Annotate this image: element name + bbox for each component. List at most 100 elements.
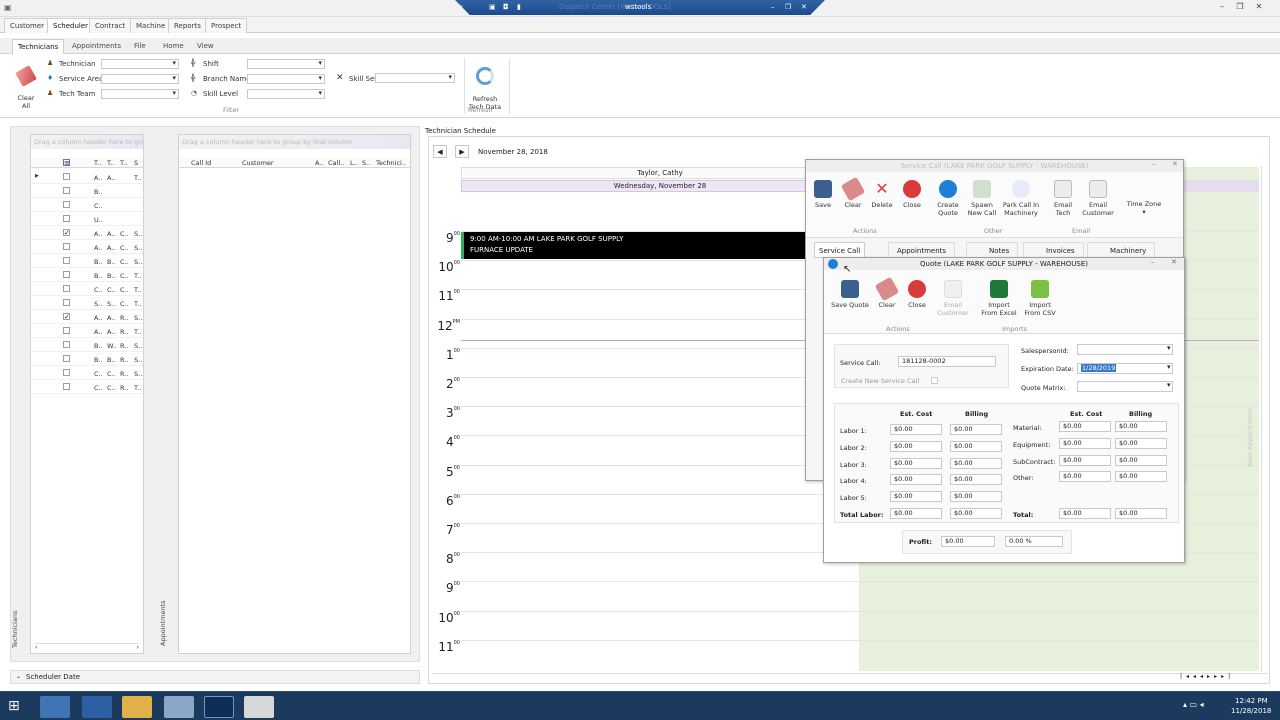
tab-file[interactable]: File (129, 39, 151, 54)
create-new-service-call-checkbox[interactable] (931, 377, 938, 384)
close-icon[interactable]: ✕ (1171, 258, 1177, 266)
billing-field[interactable]: $0.00 (1115, 471, 1167, 483)
chevron-down-icon[interactable]: ▾ (1167, 344, 1171, 352)
lock-icon[interactable]: ◘ (503, 3, 509, 11)
clear-all-button[interactable]: Clear All (12, 60, 40, 110)
dispatch-app-icon[interactable] (204, 696, 234, 718)
total-cost-field[interactable]: $0.00 (1059, 508, 1111, 519)
dropdown-icon[interactable]: ▾ (459, 3, 463, 11)
table-row[interactable]: S.. S.. C.. T.. (31, 297, 143, 310)
minimize-button[interactable]: – (1213, 1, 1231, 13)
expiration-date-field[interactable]: 1/28/2019 (1077, 363, 1173, 374)
service-area-combo[interactable] (101, 74, 179, 84)
next-appointment-label[interactable]: Next Appointment (1246, 408, 1254, 467)
tab-scheduler[interactable]: Scheduler (47, 18, 95, 33)
table-row[interactable]: B.. (31, 185, 143, 198)
prev-date-button[interactable]: ◀ (433, 145, 447, 158)
minimize-icon[interactable]: – (1151, 258, 1155, 266)
technician-combo[interactable] (101, 59, 179, 69)
shift-combo[interactable] (247, 59, 325, 69)
table-row[interactable]: ✓ A.. A.. C.. S.. (31, 227, 143, 240)
row-checkbox[interactable] (63, 243, 70, 250)
row-checkbox[interactable] (63, 355, 70, 362)
billing-field[interactable]: $0.00 (1115, 454, 1167, 466)
total-labor-cost-field[interactable]: $0.00 (890, 508, 942, 519)
close-button[interactable]: Close (899, 180, 925, 209)
tab-service-call[interactable]: Service Call (814, 242, 866, 258)
close-button[interactable]: Close (904, 280, 930, 309)
minimize-icon[interactable]: – (1152, 160, 1156, 168)
column-header[interactable]: Call.. (328, 159, 344, 167)
total-labor-billing-field[interactable]: $0.00 (950, 508, 1002, 519)
row-checkbox[interactable] (63, 383, 70, 390)
billing-field[interactable]: $0.00 (1115, 421, 1167, 432)
column-header[interactable]: A.. (315, 159, 323, 167)
labor-billing-field[interactable]: $0.00 (950, 491, 1002, 503)
profit-field[interactable]: $0.00 (941, 536, 995, 547)
create-quote-button[interactable]: Create Quote (933, 180, 963, 217)
column-header[interactable]: S.. (362, 159, 370, 167)
tab-home[interactable]: Home (158, 39, 189, 54)
table-row[interactable]: C.. (31, 199, 143, 212)
appointments-side-label[interactable]: Appointments (159, 600, 167, 646)
labor-cost-field[interactable]: $0.00 (890, 474, 942, 486)
labor-billing-field[interactable]: $0.00 (950, 424, 1002, 435)
row-checkbox[interactable] (63, 327, 70, 334)
server-manager-icon[interactable] (40, 696, 70, 718)
save-icon[interactable]: ▣ (489, 3, 496, 11)
refresh-tech-data-button[interactable]: Refresh Tech Data (466, 59, 504, 111)
tools-app-icon[interactable] (164, 696, 194, 718)
tab-reports[interactable]: Reports (168, 18, 207, 33)
tab-contract[interactable]: Contract (89, 18, 132, 33)
table-row[interactable]: A.. A.. C.. S.. (31, 241, 143, 254)
tab-view[interactable]: View (192, 39, 219, 54)
import-excel-button[interactable]: Import From Excel (980, 280, 1018, 317)
row-checkbox[interactable]: ✓ (63, 313, 70, 321)
column-header[interactable]: Technici.. (376, 159, 406, 167)
total-billing-field[interactable]: $0.00 (1115, 508, 1167, 519)
cost-field[interactable]: $0.00 (1059, 421, 1111, 432)
labor-billing-field[interactable]: $0.00 (950, 440, 1002, 452)
horizontal-scrollbar[interactable]: |◂◂◂▸▸▸| (432, 673, 1268, 681)
tab-customer[interactable]: Customer (4, 18, 51, 33)
chevron-down-icon[interactable]: ▾ (1167, 363, 1171, 371)
tab-machine[interactable]: Machine (130, 18, 172, 33)
tab-appointments[interactable]: Appointments (67, 39, 126, 54)
table-row[interactable]: C.. C.. R.. S.. (31, 367, 143, 380)
tab-technicians[interactable]: Technicians (12, 39, 65, 54)
spawn-new-call-button[interactable]: Spawn New Call (965, 180, 999, 217)
column-header[interactable]: L.. (350, 159, 358, 167)
skill-level-combo[interactable] (247, 89, 325, 99)
close-icon[interactable]: ✕ (1172, 160, 1178, 168)
scroll-left-icon[interactable]: ‹ (35, 644, 37, 651)
scheduler-date-bar[interactable]: ⌄ Scheduler Date (10, 670, 420, 684)
labor-cost-field[interactable]: $0.00 (890, 491, 942, 503)
row-checkbox[interactable] (63, 257, 70, 264)
table-row[interactable]: B.. B.. R.. S.. (31, 353, 143, 366)
skill-set-combo[interactable] (375, 73, 455, 83)
column-header[interactable]: T.. (94, 159, 101, 167)
cost-field[interactable]: $0.00 (1059, 454, 1111, 466)
table-row[interactable]: C.. C.. C.. T.. (31, 283, 143, 296)
restore-button[interactable]: ❐ (1231, 1, 1249, 13)
table-row[interactable]: A.. A.. R.. T.. (31, 325, 143, 338)
labor-cost-field[interactable]: $0.00 (890, 424, 942, 435)
row-checkbox[interactable] (63, 201, 70, 208)
email-tech-button[interactable]: Email Tech (1050, 180, 1076, 217)
row-checkbox[interactable] (63, 271, 70, 278)
email-customer-button[interactable]: Email Customer (934, 280, 972, 317)
row-checkbox[interactable] (63, 285, 70, 292)
column-header[interactable]: T.. (107, 159, 114, 167)
email-customer-button[interactable]: Email Customer (1080, 180, 1116, 217)
tab-prospect[interactable]: Prospect (205, 18, 248, 33)
clear-button[interactable]: Clear (874, 276, 900, 309)
save-button[interactable]: Save (810, 180, 836, 209)
service-call-field[interactable]: 181128-0002 (898, 356, 996, 367)
row-checkbox[interactable] (63, 299, 70, 306)
file-explorer-icon[interactable] (122, 696, 152, 718)
table-row[interactable]: ✓ A.. A.. R.. S.. (31, 311, 143, 324)
park-call-button[interactable]: Park Call In Machinery (1001, 180, 1041, 217)
quote-matrix-combo[interactable] (1077, 381, 1173, 392)
column-header[interactable]: T.. (120, 159, 127, 167)
delete-button[interactable]: ✕ Delete (869, 180, 895, 210)
